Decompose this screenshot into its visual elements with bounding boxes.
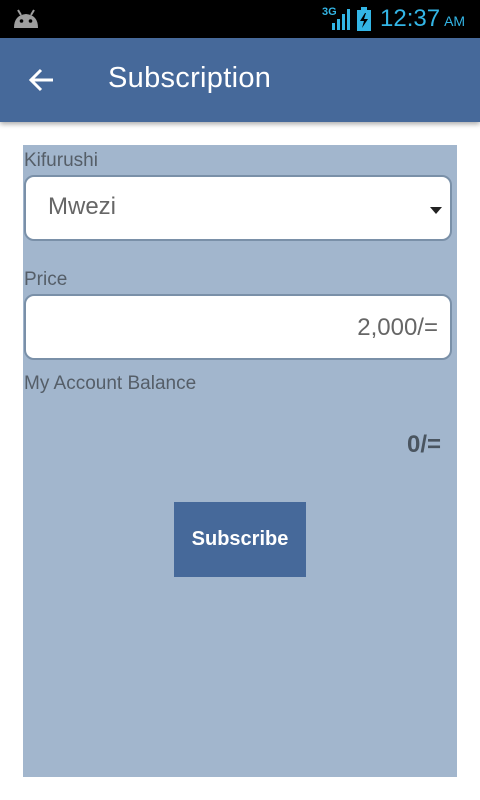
clock-ampm: AM — [444, 13, 466, 29]
battery-charging-icon — [357, 7, 371, 31]
package-select-value: Mwezi — [48, 193, 117, 220]
balance-value: 0/= — [406, 431, 441, 458]
clock: 12:37 AM — [380, 5, 465, 33]
balance-label: My Account Balance — [24, 373, 197, 394]
status-bar: 3G 12:37 AM — [0, 0, 480, 38]
price-label: Price — [24, 269, 68, 290]
signal-icon — [332, 9, 350, 30]
package-label: Kifurushi — [24, 150, 98, 171]
app-bar: Subscription — [0, 38, 480, 122]
page-title: Subscription — [108, 62, 272, 94]
subscribe-button[interactable]: Subscribe — [174, 502, 306, 577]
price-value: 2,000/= — [357, 314, 438, 341]
android-icon — [14, 9, 38, 28]
back-button[interactable] — [24, 62, 60, 98]
price-field: 2,000/= — [24, 294, 452, 360]
subscription-form: Kifurushi Mwezi Price 2,000/= My Account… — [23, 145, 457, 777]
dropdown-caret-icon — [430, 207, 442, 214]
clock-time: 12:37 — [380, 5, 441, 32]
package-select[interactable]: Mwezi — [24, 175, 452, 241]
arrow-left-icon — [28, 68, 53, 92]
